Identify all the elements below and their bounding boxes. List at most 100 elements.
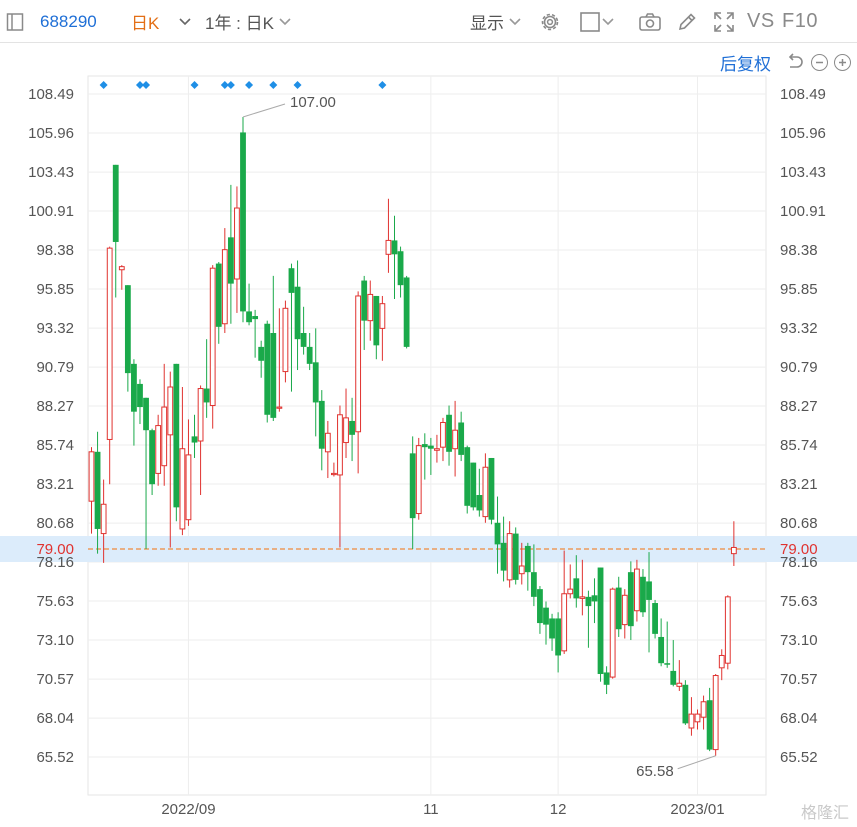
candle-body bbox=[234, 207, 240, 280]
y-tick-label: 88.27 bbox=[780, 398, 818, 415]
candle-body bbox=[221, 249, 228, 325]
candle-body bbox=[306, 346, 313, 364]
candle-body bbox=[100, 503, 107, 535]
candle-body bbox=[652, 603, 658, 634]
candle bbox=[543, 601, 549, 645]
candle bbox=[446, 405, 452, 466]
y-tick-label: 95.85 bbox=[36, 281, 74, 298]
candle bbox=[646, 552, 652, 653]
y-tick-label: 85.74 bbox=[36, 437, 74, 454]
candle bbox=[379, 295, 386, 361]
candle-body bbox=[312, 362, 319, 403]
candle bbox=[403, 275, 410, 349]
candle-body bbox=[246, 311, 252, 323]
candle bbox=[124, 285, 131, 392]
annotations: 107.00 65.58 bbox=[242, 94, 716, 780]
y-tick-label: 90.79 bbox=[36, 359, 74, 376]
candle-body bbox=[185, 454, 192, 521]
y-tick-label: 98.38 bbox=[780, 242, 818, 259]
candle bbox=[464, 445, 471, 514]
candles[interactable] bbox=[88, 116, 737, 756]
y-tick-label: 95.85 bbox=[780, 281, 818, 298]
candle bbox=[452, 400, 459, 477]
candle bbox=[524, 542, 531, 591]
candle bbox=[143, 397, 149, 550]
candle bbox=[106, 246, 113, 485]
candle-body bbox=[118, 266, 125, 271]
candle bbox=[331, 462, 337, 477]
y-tick-label: 93.32 bbox=[36, 320, 74, 337]
candle-body bbox=[258, 346, 265, 361]
y-tick-label: 70.57 bbox=[780, 671, 818, 688]
candle bbox=[609, 587, 616, 679]
event-marker bbox=[226, 81, 235, 89]
event-markers[interactable] bbox=[99, 81, 387, 89]
candle-body bbox=[670, 670, 677, 685]
x-tick-label: 2022/09 bbox=[161, 801, 215, 818]
candle-body bbox=[215, 263, 222, 327]
y-tick-label: 73.10 bbox=[36, 632, 74, 649]
candle-body bbox=[137, 383, 143, 408]
y-tick-label: 103.43 bbox=[28, 164, 74, 181]
candle bbox=[549, 613, 555, 651]
candle bbox=[324, 420, 331, 479]
candle bbox=[409, 436, 416, 550]
candle-body bbox=[494, 522, 501, 545]
candlestick-chart[interactable]: 108.49 105.96 103.43 100.91 98.38 95.85 93.32 9… bbox=[0, 0, 857, 827]
candle-body bbox=[385, 239, 392, 255]
candle-body bbox=[88, 451, 95, 502]
candle-body bbox=[440, 421, 446, 448]
y-tick-label: 68.04 bbox=[36, 710, 74, 727]
candle-body bbox=[355, 295, 362, 433]
candle bbox=[131, 359, 137, 446]
candle bbox=[361, 275, 368, 350]
y-tick-label: 105.96 bbox=[780, 125, 826, 142]
candle bbox=[458, 411, 465, 462]
candle bbox=[234, 186, 240, 313]
y-tick-label: 68.04 bbox=[780, 710, 818, 727]
candle bbox=[294, 260, 301, 371]
candle bbox=[591, 578, 598, 624]
candle bbox=[603, 666, 610, 695]
candle-body bbox=[409, 453, 416, 519]
candle-body bbox=[518, 565, 525, 575]
candle bbox=[337, 405, 343, 548]
y-tick-label: 100.91 bbox=[780, 203, 826, 220]
y-tick-label: 108.49 bbox=[780, 86, 826, 103]
candle bbox=[240, 116, 246, 323]
candle-body bbox=[482, 466, 489, 518]
y-tick-label: 90.79 bbox=[780, 359, 818, 376]
candle bbox=[191, 414, 198, 458]
candle bbox=[634, 559, 640, 622]
candle-body bbox=[621, 594, 628, 626]
y-axis-left: 108.49 105.96 103.43 100.91 98.38 95.85 93.32 9… bbox=[28, 86, 74, 766]
candle-body bbox=[203, 388, 210, 403]
candle-body bbox=[591, 595, 598, 602]
candle bbox=[627, 561, 634, 641]
candle bbox=[88, 447, 95, 534]
y-tick-label: 65.52 bbox=[780, 749, 818, 766]
candle bbox=[197, 385, 204, 496]
candle-body bbox=[543, 607, 549, 625]
event-marker bbox=[99, 81, 108, 89]
candle-body bbox=[318, 400, 325, 449]
plot-frame bbox=[87, 75, 767, 796]
y-tick-label: 80.68 bbox=[36, 515, 74, 532]
candle-body bbox=[500, 542, 507, 571]
candle-body bbox=[361, 280, 368, 321]
candle bbox=[718, 649, 725, 681]
candle bbox=[434, 434, 440, 463]
candle bbox=[573, 555, 580, 608]
candle-body bbox=[470, 462, 477, 508]
candle bbox=[500, 516, 507, 582]
event-marker bbox=[245, 81, 254, 89]
candle-body bbox=[403, 277, 410, 347]
candle bbox=[270, 275, 277, 421]
y-axis-right: 108.49 105.96 103.43 100.91 98.38 95.85 93.32 9… bbox=[780, 86, 826, 766]
candle-body bbox=[209, 267, 216, 407]
candle bbox=[355, 291, 362, 474]
candle bbox=[724, 595, 731, 670]
current-price-label-right: 79.00 bbox=[780, 541, 818, 558]
candle-body bbox=[555, 618, 562, 656]
x-tick-label: 11 bbox=[423, 801, 439, 818]
